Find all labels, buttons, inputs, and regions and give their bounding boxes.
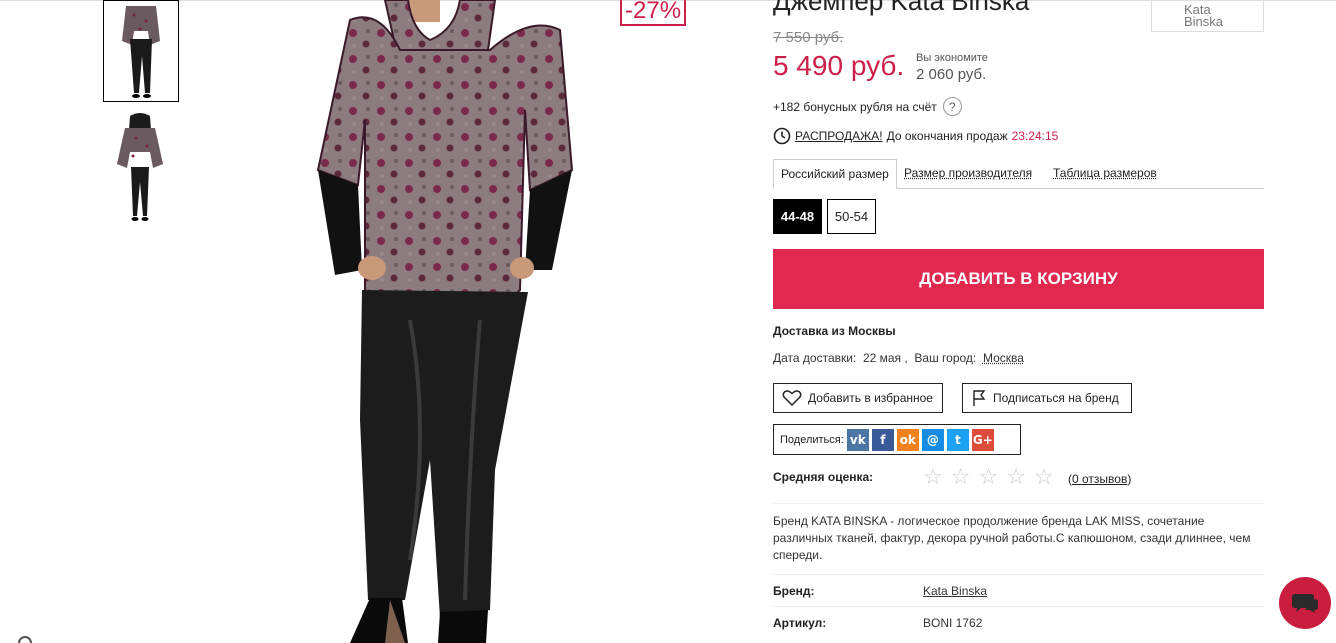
- vk-icon[interactable]: vk: [847, 429, 869, 451]
- sale-countdown: РАСПРОДАЖА! До окончания продаж 23:24:15: [773, 127, 1058, 145]
- current-price: 5 490 руб.: [773, 50, 904, 82]
- help-icon[interactable]: ?: [943, 97, 962, 116]
- thumbnail-back-image: [103, 112, 177, 224]
- tab-manufacturer-size[interactable]: Размер производителя: [904, 159, 1032, 189]
- brand-logo-text: Kata Binska: [1184, 2, 1223, 29]
- add-to-favorites-label: Добавить в избранное: [808, 391, 933, 405]
- reviews-link[interactable]: 0 отзывов: [1072, 472, 1127, 486]
- brand-logo[interactable]: Kata Binska: [1151, 0, 1264, 32]
- chat-icon: [1291, 592, 1319, 614]
- thumbnail-front[interactable]: [103, 0, 179, 102]
- thumbnail-back[interactable]: [103, 112, 179, 224]
- divider: [773, 574, 1264, 575]
- sale-text: До окончания продаж: [887, 129, 1008, 143]
- reviews-paren-close: ): [1127, 472, 1131, 486]
- odnoklassniki-icon[interactable]: ok: [897, 429, 919, 451]
- delivery-city-label: Ваш город:: [914, 351, 976, 365]
- rating-stars[interactable]: ☆ ☆ ☆ ☆ ☆: [923, 467, 1054, 489]
- spec-brand-link[interactable]: Kata Binska: [923, 584, 987, 598]
- star-icon[interactable]: ☆: [923, 467, 943, 489]
- chat-button[interactable]: [1279, 577, 1331, 629]
- spec-brand-label: Бренд:: [773, 584, 815, 598]
- share-label: Поделиться:: [780, 434, 844, 446]
- tab-manufacturer-size-label: Размер производителя: [904, 166, 1032, 180]
- moimir-icon[interactable]: @: [922, 429, 944, 451]
- googleplus-icon[interactable]: G+: [972, 429, 994, 451]
- tab-russian-size[interactable]: Российский размер: [773, 159, 897, 189]
- delivery-date-value: 22 мая: [863, 351, 901, 365]
- spec-article-label: Артикул:: [773, 616, 826, 630]
- divider: [773, 606, 1264, 607]
- size-tabs: Российский размер Размер производителя Т…: [773, 159, 1264, 189]
- subscribe-brand-label: Подписаться на бренд: [993, 391, 1119, 405]
- facebook-icon[interactable]: f: [872, 429, 894, 451]
- thumbnail-front-image: [104, 1, 178, 101]
- reviews-count: (0 отзывов): [1068, 472, 1131, 486]
- tab-size-chart-label: Таблица размеров: [1053, 166, 1157, 180]
- delivery-city-link[interactable]: Москва: [983, 351, 1024, 365]
- savings-label: Вы экономите: [916, 52, 988, 64]
- product-description: Бренд KATA BINSKA - логическое продолжен…: [773, 513, 1264, 564]
- spec-article-value: BONI 1762: [923, 616, 982, 630]
- tab-size-chart[interactable]: Таблица размеров: [1053, 159, 1157, 189]
- subscribe-brand-button[interactable]: Подписаться на бренд: [962, 383, 1132, 413]
- bonus-text: +182 бонусных рубля на счёт: [773, 100, 937, 114]
- delivery-title: Доставка из Москвы: [773, 324, 896, 338]
- heart-icon: [782, 389, 802, 407]
- savings-amount: 2 060 руб.: [916, 66, 986, 83]
- add-to-favorites-button[interactable]: Добавить в избранное: [773, 383, 943, 413]
- clock-icon: [773, 127, 791, 145]
- star-icon[interactable]: ☆: [1034, 467, 1054, 489]
- star-icon[interactable]: ☆: [978, 467, 998, 489]
- rating-label: Средняя оценка:: [773, 470, 873, 484]
- product-title: Джемпер Kata Binska: [773, 0, 1029, 17]
- delivery-info: Дата доставки: 22 мая , Ваш город: Москв…: [773, 351, 1024, 365]
- star-icon[interactable]: ☆: [1006, 467, 1026, 489]
- discount-badge: -27%: [620, 0, 686, 26]
- size-option-50-54[interactable]: 50-54: [827, 199, 876, 234]
- corner-widget[interactable]: [18, 636, 32, 643]
- divider: [773, 503, 1264, 504]
- main-product-image[interactable]: [290, 0, 620, 643]
- add-to-cart-button[interactable]: ДОБАВИТЬ В КОРЗИНУ: [773, 249, 1264, 309]
- old-price: 7 550 руб.: [773, 29, 843, 46]
- sale-link[interactable]: РАСПРОДАЖА!: [795, 129, 883, 143]
- size-option-44-48[interactable]: 44-48: [773, 199, 822, 234]
- bonus-info: +182 бонусных рубля на счёт ?: [773, 97, 962, 116]
- flag-icon: [971, 389, 987, 407]
- star-icon[interactable]: ☆: [951, 467, 971, 489]
- share-box: Поделиться: vk f ok @ t G+: [773, 424, 1021, 455]
- sale-timer: 23:24:15: [1012, 129, 1059, 143]
- delivery-date-label: Дата доставки:: [773, 351, 856, 365]
- twitter-icon[interactable]: t: [947, 429, 969, 451]
